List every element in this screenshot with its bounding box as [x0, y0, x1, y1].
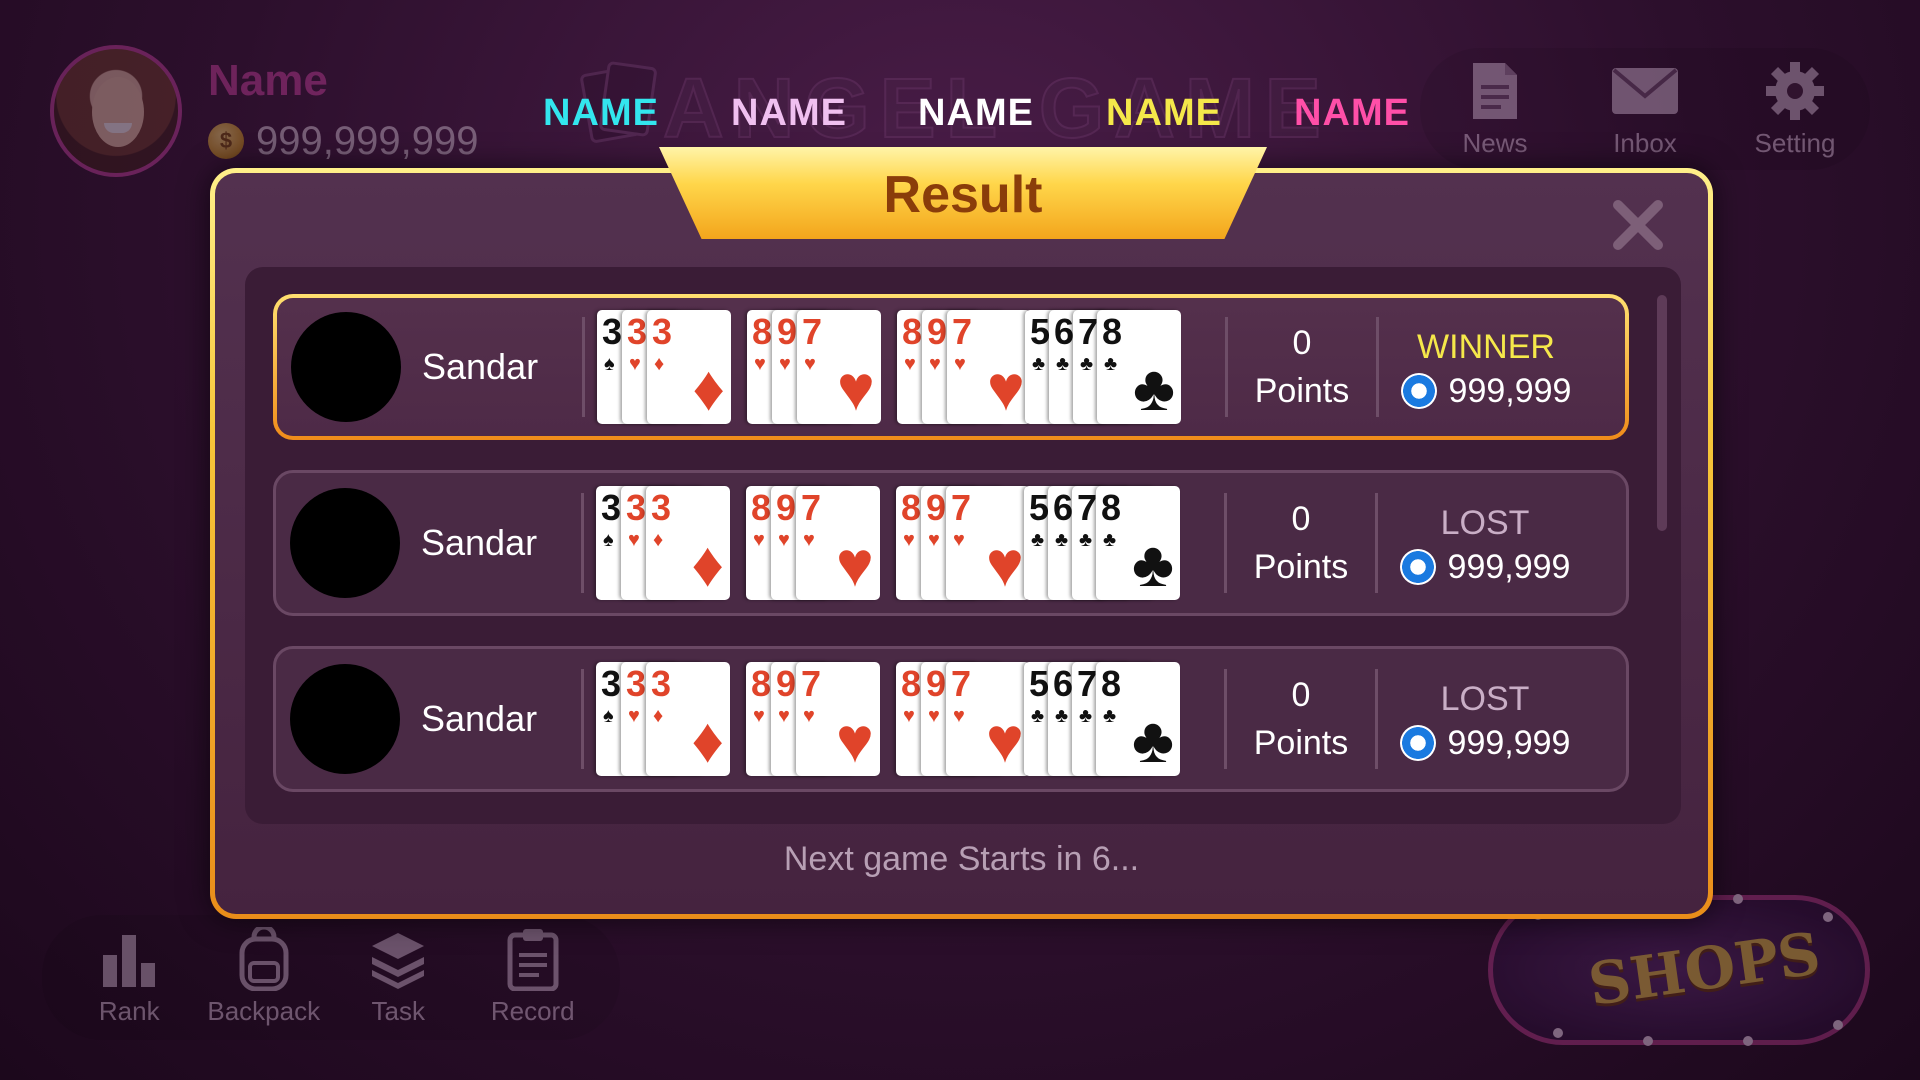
prize-amount: 999,999 [1448, 371, 1572, 410]
chip-icon [1399, 725, 1436, 761]
result-row: Sandar 3 ♠ 3 ♥ 3 ♦ ♦ 8 ♥ 9 ♥ 7 ♥ ♥ 8 ♥ 9… [273, 646, 1629, 792]
inbox-button[interactable]: Inbox [1585, 60, 1705, 159]
player-name-4: NAME [1106, 92, 1222, 134]
close-button[interactable] [1610, 197, 1666, 253]
player-name-3: NAME [918, 92, 1034, 134]
playing-card: 3 ♦ ♦ [646, 662, 730, 776]
status-label: WINNER [1417, 327, 1555, 366]
close-icon [1613, 200, 1663, 250]
player-name: Sandar [421, 698, 538, 739]
prize-amount: 999,999 [1447, 547, 1571, 586]
playing-card: 3 ♦ ♦ [647, 310, 731, 424]
player-hands: 3 ♠ 3 ♥ 3 ♦ ♦ 8 ♥ 9 ♥ 7 ♥ ♥ 8 ♥ 9 ♥ 7 ♥ … [597, 310, 1225, 424]
player-avatar [290, 664, 400, 774]
top-menu: News Inbox Setting [1420, 48, 1870, 170]
card-group: 8 ♥ 9 ♥ 7 ♥ ♥ [896, 662, 1030, 776]
playing-card: 7 ♥ ♥ [946, 486, 1030, 600]
player-name-1: NAME [543, 92, 659, 134]
result-row: Sandar 3 ♠ 3 ♥ 3 ♦ ♦ 8 ♥ 9 ♥ 7 ♥ ♥ 8 ♥ 9… [273, 294, 1629, 440]
playing-card: 7 ♥ ♥ [796, 486, 880, 600]
result-status: LOST 999,999 [1378, 676, 1592, 763]
playing-card: 7 ♥ ♥ [947, 310, 1031, 424]
setting-button[interactable]: Setting [1735, 60, 1855, 159]
divider [581, 493, 584, 593]
points: 0 Points [1227, 495, 1375, 591]
backpack-button[interactable]: Backpack [204, 927, 324, 1027]
rank-button[interactable]: Rank [69, 928, 189, 1027]
layers-icon [338, 928, 458, 990]
playing-card: 8 ♣ ♣ [1097, 310, 1181, 424]
dialog-title: Result [883, 166, 1043, 224]
card-group: 8 ♥ 9 ♥ 7 ♥ ♥ [746, 662, 880, 776]
points-label: Points [1254, 372, 1350, 410]
card-group: 8 ♥ 9 ♥ 7 ♥ ♥ [746, 486, 880, 600]
playing-card: 7 ♥ ♥ [796, 662, 880, 776]
status-label: LOST [1440, 679, 1530, 718]
points-label: Points [1253, 548, 1349, 586]
points: 0 Points [1228, 319, 1376, 415]
result-status: LOST 999,999 [1378, 500, 1592, 587]
record-button[interactable]: Record [473, 928, 593, 1027]
chip-icon [1400, 373, 1437, 409]
result-row: Sandar 3 ♠ 3 ♥ 3 ♦ ♦ 8 ♥ 9 ♥ 7 ♥ ♥ 8 ♥ 9… [273, 470, 1629, 616]
card-group: 3 ♠ 3 ♥ 3 ♦ ♦ [596, 662, 730, 776]
player-name: Sandar [421, 522, 538, 563]
prize-amount: 999,999 [1447, 723, 1571, 762]
bar-chart-icon [69, 928, 189, 990]
player-avatar [290, 488, 400, 598]
playing-card: 8 ♣ ♣ [1096, 486, 1180, 600]
card-group: 3 ♠ 3 ♥ 3 ♦ ♦ [597, 310, 731, 424]
results-list[interactable]: Sandar 3 ♠ 3 ♥ 3 ♦ ♦ 8 ♥ 9 ♥ 7 ♥ ♥ 8 ♥ 9… [245, 267, 1681, 824]
card-group: 8 ♥ 9 ♥ 7 ♥ ♥ [896, 486, 1030, 600]
bottom-menu: Rank Backpack Task Record [42, 915, 620, 1040]
points-value: 0 [1292, 324, 1312, 362]
card-group: 3 ♠ 3 ♥ 3 ♦ ♦ [596, 486, 730, 600]
card-group: 8 ♥ 9 ♥ 7 ♥ ♥ [897, 310, 1031, 424]
player-name-2: NAME [731, 92, 847, 134]
card-group: 5 ♣ 6 ♣ 7 ♣ 8 ♣ ♣ [1025, 310, 1181, 424]
points: 0 Points [1227, 671, 1375, 767]
playing-card: 3 ♦ ♦ [646, 486, 730, 600]
points-value: 0 [1291, 500, 1311, 538]
result-title-banner: Result [659, 147, 1267, 239]
result-status: WINNER 999,999 [1379, 324, 1593, 411]
news-button[interactable]: News [1435, 60, 1555, 159]
points-value: 0 [1291, 676, 1311, 714]
playing-card: 8 ♣ ♣ [1096, 662, 1180, 776]
card-group: 5 ♣ 6 ♣ 7 ♣ 8 ♣ ♣ [1024, 662, 1180, 776]
player-name: Sandar [422, 346, 539, 387]
player-hands: 3 ♠ 3 ♥ 3 ♦ ♦ 8 ♥ 9 ♥ 7 ♥ ♥ 8 ♥ 9 ♥ 7 ♥ … [596, 486, 1224, 600]
divider [581, 669, 584, 769]
divider [582, 317, 585, 417]
gear-icon [1735, 60, 1855, 122]
player-hands: 3 ♠ 3 ♥ 3 ♦ ♦ 8 ♥ 9 ♥ 7 ♥ ♥ 8 ♥ 9 ♥ 7 ♥ … [596, 662, 1224, 776]
playing-card: 7 ♥ ♥ [797, 310, 881, 424]
player-name-5: NAME [1294, 92, 1410, 134]
points-label: Points [1253, 724, 1349, 762]
status-label: LOST [1440, 503, 1530, 542]
inbox-icon [1585, 60, 1705, 122]
countdown-text: Next game Starts in 6... [783, 840, 1140, 878]
result-dialog: Result Sandar 3 ♠ 3 ♥ 3 ♦ ♦ 8 ♥ 9 ♥ 7 ♥ … [210, 147, 1713, 919]
scrollbar[interactable] [1657, 295, 1667, 531]
news-icon [1435, 60, 1555, 122]
player-avatar [291, 312, 401, 422]
chip-icon [1399, 549, 1436, 585]
clipboard-icon [473, 928, 593, 991]
card-group: 8 ♥ 9 ♥ 7 ♥ ♥ [747, 310, 881, 424]
backpack-icon [204, 927, 324, 991]
task-button[interactable]: Task [338, 928, 458, 1027]
playing-card: 7 ♥ ♥ [946, 662, 1030, 776]
card-group: 5 ♣ 6 ♣ 7 ♣ 8 ♣ ♣ [1024, 486, 1180, 600]
